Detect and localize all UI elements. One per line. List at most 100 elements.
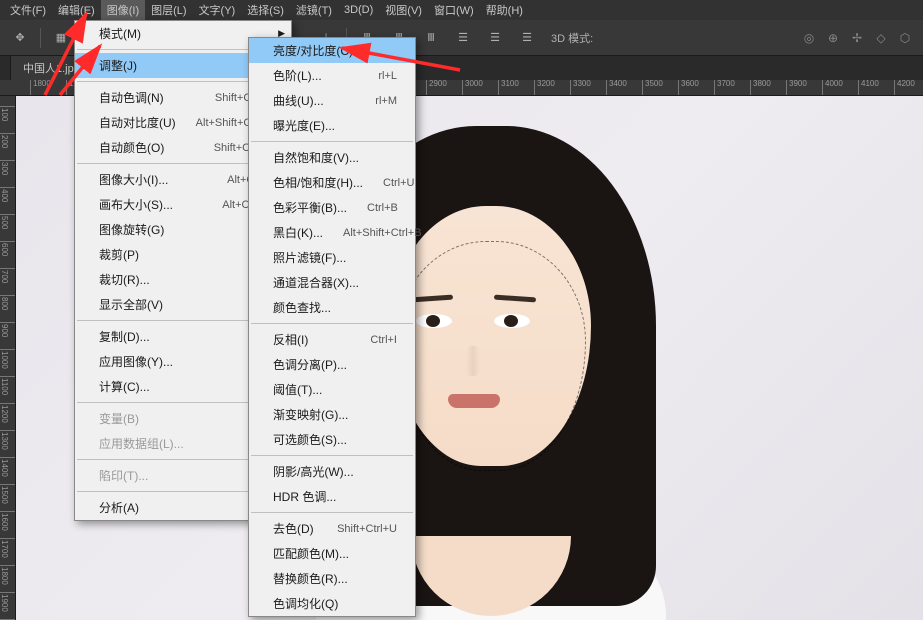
menu-item-label: 阴影/高光(W)... [273,463,354,480]
menu-item-label: 颜色查找... [273,299,331,316]
move-tool-icon[interactable]: ✥ [8,26,32,50]
menu-item-label: 阈值(T)... [273,381,322,398]
menu-item[interactable]: 曝光度(E)... [249,113,415,138]
menu-item-label: 应用数据组(L)... [99,435,184,452]
ruler-tick: 1300 [0,430,16,450]
ruler-tick: 1200 [0,403,16,423]
menu-item-label: 调整(J) [99,57,137,74]
ruler-tick: 1700 [0,538,16,558]
menu-item-label: 自动对比度(U) [99,114,176,131]
ruler-tick: 4000 [822,80,843,96]
ruler-tick: 1000 [0,349,16,369]
menu-select[interactable]: 选择(S) [241,0,290,20]
menu-item-label: 图像旋转(G) [99,221,164,238]
menu-item-label: 应用图像(Y)... [99,353,173,370]
menu-item[interactable]: 黑白(K)...Alt+Shift+Ctrl+B [249,220,415,245]
ruler-tick: 1900 [0,592,16,612]
distribute-icon[interactable]: ☰ [451,26,475,50]
menu-item[interactable]: 色彩平衡(B)... Ctrl+B [249,195,415,220]
ruler-tick: 1100 [0,376,16,395]
menu-item-label: 去色(D) [273,520,314,537]
ruler-tick: 1800 [0,565,16,585]
ruler-tick: 600 [0,241,16,256]
menu-item-label: HDR 色调... [273,488,336,505]
menu-separator [251,323,413,324]
menu-item[interactable]: 亮度/对比度(C)... [249,38,415,63]
menu-item-label: 模式(M) [99,25,141,42]
menu-item[interactable]: 颜色查找... [249,295,415,320]
ruler-tick: 2900 [426,80,447,96]
ruler-vertical: 1002003004005006007008009001000110012001… [0,96,16,620]
pan-icon[interactable]: ⊕ [823,28,843,48]
ruler-tick: 100 [0,106,16,121]
menu-3d[interactable]: 3D(D) [338,2,379,18]
ruler-tick: 3300 [570,80,591,96]
menu-item[interactable]: 阈值(T)... [249,377,415,402]
menu-item-label: 色相/饱和度(H)... [273,174,363,191]
ruler-tick: 3000 [462,80,483,96]
menu-item-label: 图像大小(I)... [99,171,168,188]
menu-item[interactable]: 曲线(U)...rl+M [249,88,415,113]
menu-shortcut: Ctrl+U [383,177,414,189]
view-icon[interactable]: ⬡ [895,28,915,48]
distribute-icon[interactable]: ☰ [483,26,507,50]
menu-view[interactable]: 视图(V) [379,0,428,20]
menu-item[interactable]: 色阶(L)...rl+L [249,63,415,88]
menu-item-label: 画布大小(S)... [99,196,173,213]
menu-shortcut: Shift+Ctrl+U [337,523,397,535]
menu-item-label: 匹配颜色(M)... [273,545,349,562]
menu-edit[interactable]: 编辑(E) [52,0,101,20]
menu-item[interactable]: 色调均化(Q) [249,591,415,616]
menu-item[interactable]: 色调分离(P)... [249,352,415,377]
toolbar-icon[interactable]: ▦ [49,26,73,50]
menu-item[interactable]: 通道混合器(X)... [249,270,415,295]
menu-separator [251,455,413,456]
menu-type[interactable]: 文字(Y) [193,0,242,20]
menu-item[interactable]: 渐变映射(G)... [249,402,415,427]
menu-item[interactable]: 反相(I)Ctrl+I [249,327,415,352]
menu-item-label: 色彩平衡(B)... [273,199,347,216]
menu-item-label: 渐变映射(G)... [273,406,348,423]
menu-item[interactable]: HDR 色调... [249,484,415,509]
menu-item[interactable]: 自然饱和度(V)... [249,145,415,170]
ruler-tick: 1400 [0,457,16,477]
menu-shortcut: Ctrl+B [367,202,398,214]
menu-item[interactable]: 照片滤镜(F)... [249,245,415,270]
ruler-tick: 1600 [0,511,16,531]
menu-item[interactable]: 色相/饱和度(H)... Ctrl+U [249,170,415,195]
menu-item-label: 自动色调(N) [99,89,164,106]
menu-item[interactable]: 可选颜色(S)... [249,427,415,452]
ruler-tick: 3800 [750,80,771,96]
menu-item[interactable]: 去色(D) Shift+Ctrl+U [249,516,415,541]
selection-marquee [396,241,586,471]
menu-item-label: 自然饱和度(V)... [273,149,359,166]
menu-item[interactable]: 阴影/高光(W)... [249,459,415,484]
ruler-tick: 200 [0,133,16,148]
menu-file[interactable]: 文件(F) [4,0,52,20]
separator [40,28,41,48]
menu-image[interactable]: 图像(I) [101,0,145,20]
menu-item-label: 色调均化(Q) [273,595,338,612]
light-icon[interactable]: ✢ [847,28,867,48]
menubar: 文件(F) 编辑(E) 图像(I) 图层(L) 文字(Y) 选择(S) 滤镜(T… [0,0,923,20]
orbit-icon[interactable]: ◎ [799,28,819,48]
menu-item[interactable]: 匹配颜色(M)... [249,541,415,566]
menu-window[interactable]: 窗口(W) [428,0,480,20]
ruler-tick: 1500 [0,484,16,504]
ruler-tick: 500 [0,214,16,229]
distribute-icon[interactable]: Ⅲ [419,26,443,50]
menu-item[interactable]: 替换颜色(R)... [249,566,415,591]
distribute-icon[interactable]: ☰ [515,26,539,50]
menu-layer[interactable]: 图层(L) [145,0,192,20]
menu-item-label: 照片滤镜(F)... [273,249,346,266]
menu-item-label: 显示全部(V) [99,296,163,313]
ruler-tick: 3100 [498,80,519,96]
scale-icon[interactable]: ◇ [871,28,891,48]
ruler-tick: 3900 [786,80,807,96]
ruler-tick: 400 [0,187,16,202]
menu-item-label: 通道混合器(X)... [273,274,359,291]
menu-help[interactable]: 帮助(H) [480,0,529,20]
menu-item-label: 分析(A) [99,499,139,516]
menu-item-label: 裁剪(P) [99,246,139,263]
menu-filter[interactable]: 滤镜(T) [290,0,338,20]
